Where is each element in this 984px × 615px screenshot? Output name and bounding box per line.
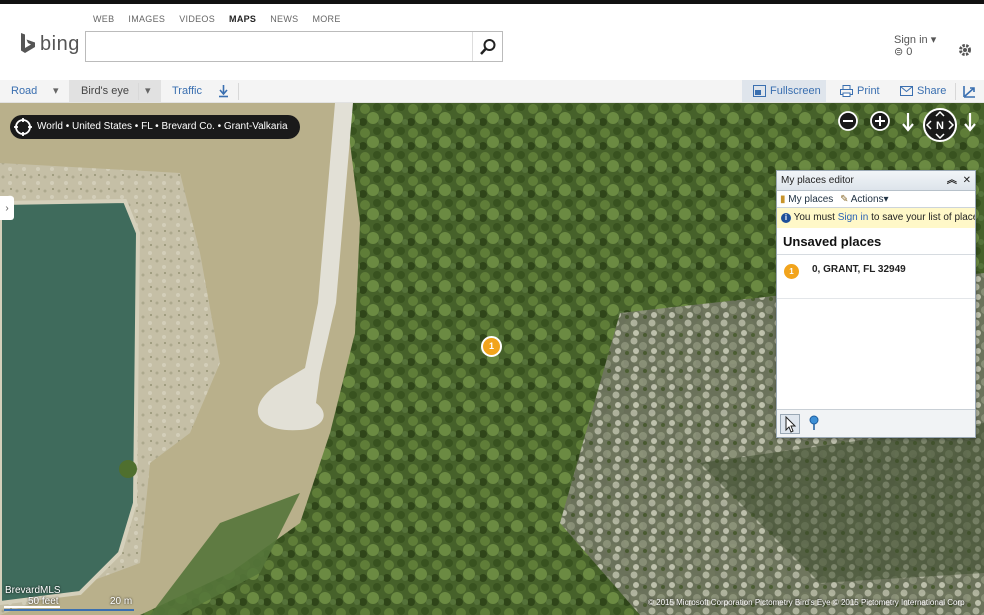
scope-more[interactable]: MORE [312,14,340,24]
locate-me-icon[interactable] [13,117,33,137]
collapse-icon[interactable]: ︽ [947,175,957,186]
rotate-left-icon[interactable] [900,110,916,132]
route-icon[interactable] [963,80,976,102]
chevron-right-icon: › [5,202,9,214]
svg-text:N: N [936,120,944,132]
search-box [85,31,503,62]
place-address[interactable]: 0, GRANT, FL 32949 [812,264,906,275]
my-places-editor: My places editor ︽ ✕ ▮ My places ✎ Actio… [776,170,976,438]
bing-b-icon [19,32,37,56]
panel-header: My places editor ︽ ✕ [777,171,975,191]
search-input[interactable] [86,32,471,61]
scope-videos[interactable]: VIDEOS [179,14,215,24]
breadcrumb-text: World • United States • FL • Brevard Co.… [37,121,288,132]
panel-controls: ︽ ✕ [947,171,971,191]
birds-eye-view-button[interactable]: Bird's eye [81,80,129,102]
traffic-button[interactable]: Traffic [172,80,202,102]
sign-in-label[interactable]: Sign in ▾ [894,34,936,46]
scope-web[interactable]: WEB [93,14,114,24]
gear-icon[interactable] [958,43,972,62]
location-breadcrumb[interactable]: World • United States • FL • Brevard Co.… [10,115,300,139]
select-tool-button[interactable] [780,414,800,434]
warning-suffix: to save your list of places [868,212,975,223]
map-toolbar: Road ▾ Bird's eye ▾ Traffic Fullscreen P… [0,80,984,103]
panel-footer [777,409,975,437]
close-icon[interactable]: ✕ [963,175,971,186]
info-icon: i [781,213,791,223]
expand-panel-tab[interactable]: › [0,196,14,220]
map-pushpin[interactable]: 1 [481,336,502,357]
scope-images[interactable]: IMAGES [128,14,165,24]
sign-in[interactable]: Sign in ▾ ⊜ 0 [894,34,936,58]
header: WEB IMAGES VIDEOS MAPS NEWS MORE bing Si… [0,4,984,80]
road-dropdown-icon[interactable]: ▾ [53,80,59,102]
share-button[interactable]: Share [917,80,946,102]
copyright-text: © 2015 Microsoft Corporation Pictometry … [648,598,965,607]
compass-icon[interactable]: N [922,107,958,143]
pushpin-icon [809,415,819,430]
zoom-out-icon[interactable] [837,110,859,132]
rotate-right-icon[interactable] [962,110,978,132]
place-number-badge: 1 [784,264,799,279]
bing-logo-text: bing [40,32,80,55]
add-pushpin-button[interactable] [805,414,825,434]
rewards-count: ⊜ 0 [894,46,913,58]
sign-in-warning: i You must Sign in to save your list of … [777,208,975,228]
fullscreen-icon[interactable] [753,80,766,102]
actions-icon: ✎ [840,194,849,205]
birds-eye-dropdown-icon[interactable]: ▾ [145,80,151,102]
map-view[interactable]: World • United States • FL • Brevard Co.… [0,103,984,615]
divider [238,83,239,100]
share-icon[interactable] [900,80,913,102]
sign-in-link[interactable]: Sign in [838,212,869,223]
imagery-source: BrevardMLS [5,585,61,596]
divider [955,83,956,100]
scope-news[interactable]: NEWS [270,14,298,24]
my-places-icon: ▮ [780,194,786,205]
scale-labels: BrevardMLS 50 feet [5,585,61,607]
zoom-in-icon[interactable] [869,110,891,132]
tab-my-places[interactable]: My places [788,194,833,205]
print-icon[interactable] [840,80,853,102]
divider [138,83,139,100]
search-button[interactable] [472,32,502,61]
scope-nav: WEB IMAGES VIDEOS MAPS NEWS MORE [93,14,355,24]
scale-meters: 20 m [110,596,133,607]
road-view-button[interactable]: Road [11,80,37,102]
panel-tabs: ▮ My places ✎ Actions▾ [777,191,975,208]
tab-actions[interactable]: Actions▾ [851,194,889,205]
bing-logo[interactable]: bing [19,32,80,56]
section-title: Unsaved places [777,228,975,255]
download-icon[interactable] [218,80,229,102]
scope-maps[interactable]: MAPS [229,14,256,24]
print-button[interactable]: Print [857,80,880,102]
warning-prefix: You must [793,212,838,223]
cursor-icon [785,415,797,433]
search-icon [479,38,495,55]
fullscreen-button[interactable]: Fullscreen [770,80,821,102]
panel-title: My places editor [781,175,854,186]
list-item[interactable]: 1 0, GRANT, FL 32949 [777,255,975,299]
